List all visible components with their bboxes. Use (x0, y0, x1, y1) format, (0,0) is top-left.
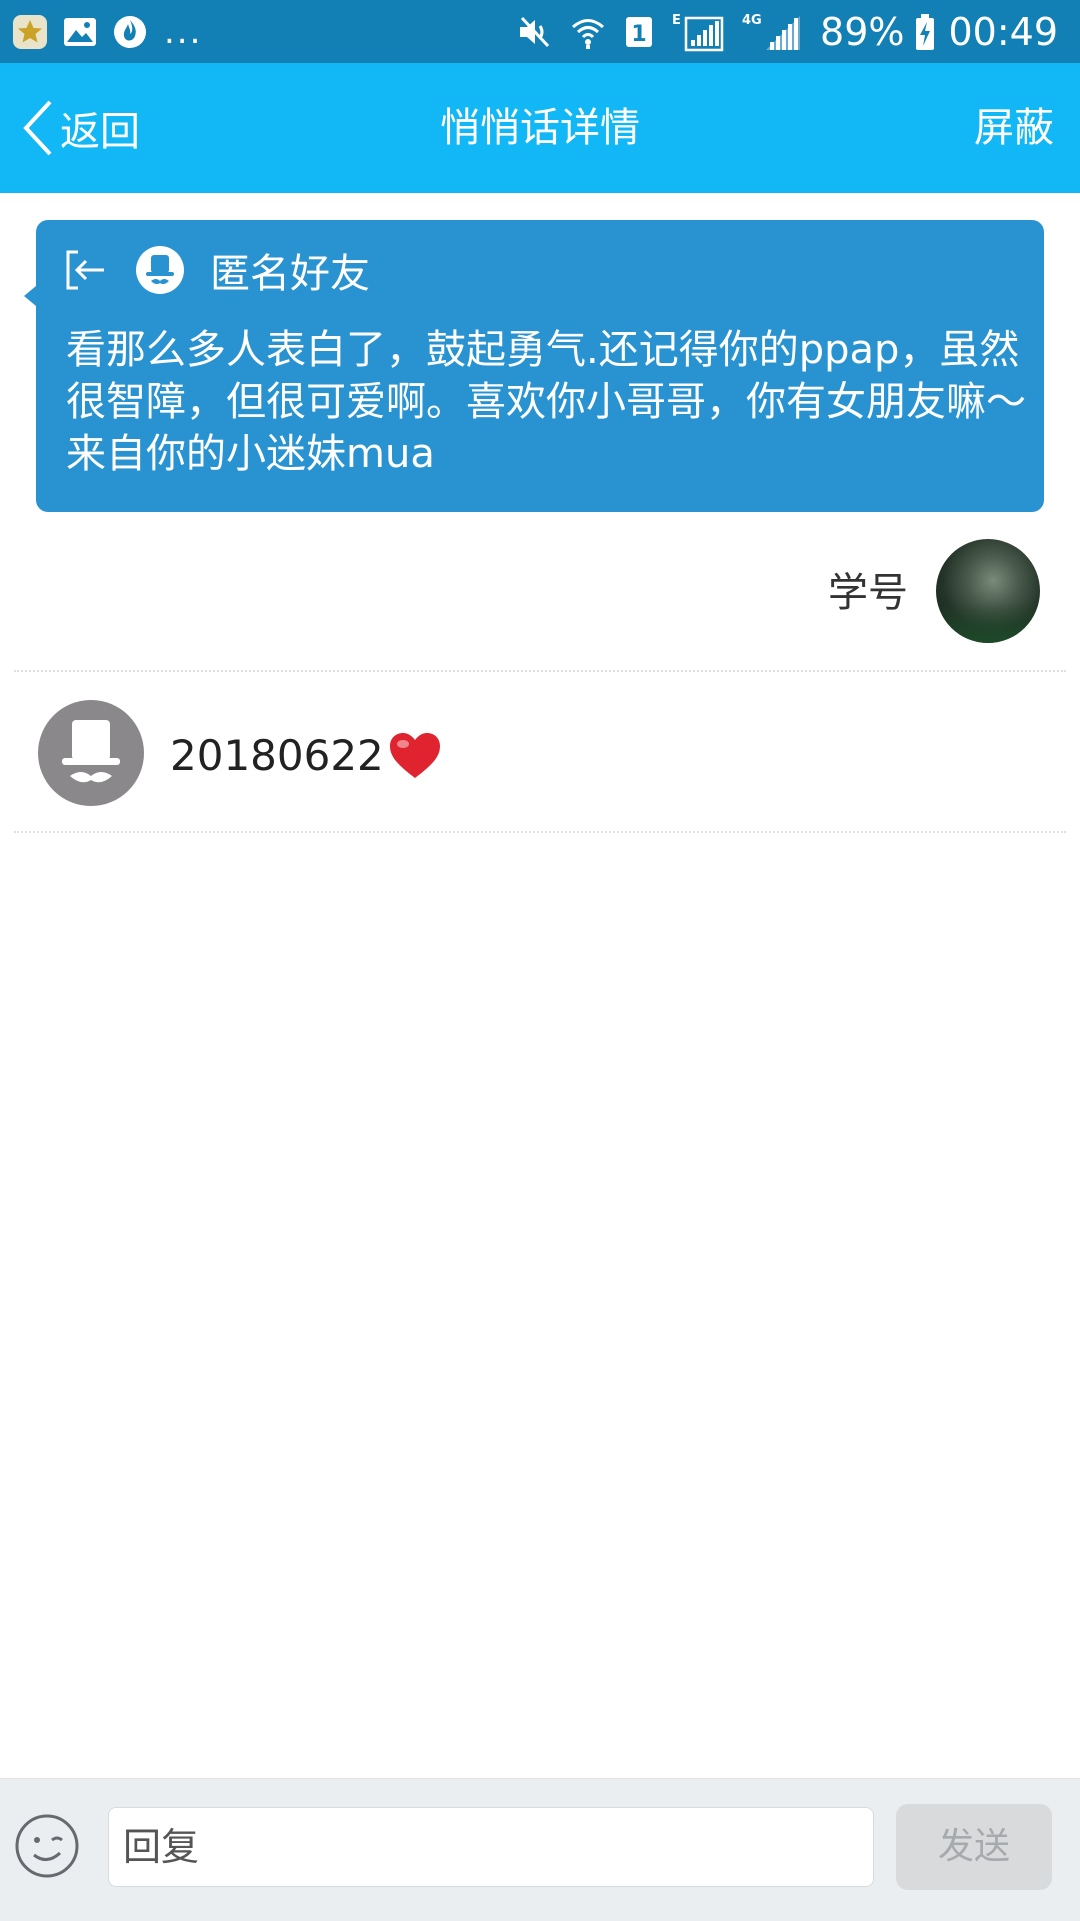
anonymous-avatar-icon (136, 246, 184, 294)
send-button[interactable]: 发送 (896, 1804, 1052, 1890)
sim-1-icon: 1 (624, 14, 654, 50)
signal-e-icon: E (672, 13, 724, 52)
recipient-label: 学号 (828, 570, 908, 616)
image-icon (62, 14, 98, 50)
reply-input-bar: 发送 (0, 1778, 1080, 1921)
reply-text: 20180622 (170, 731, 384, 780)
nav-bar: 返回 悄悄话详情 屏蔽 (0, 63, 1080, 193)
status-more-indicator: ... (164, 12, 203, 52)
sim-1-label: 1 (631, 22, 646, 47)
avatar-photo-grass (936, 603, 1040, 643)
anonymous-avatar[interactable] (38, 700, 144, 806)
battery-charging-icon (914, 14, 936, 50)
reply-input[interactable] (108, 1807, 874, 1887)
battery-percentage: 89% (820, 10, 905, 54)
heart-icon (389, 733, 440, 778)
sender-name: 匿名好友 (210, 251, 370, 297)
star-badge-icon (12, 14, 48, 50)
reply-content: 20180622 (170, 726, 442, 786)
emoji-icon[interactable] (14, 1813, 80, 1879)
flame-app-icon (112, 14, 148, 50)
divider (14, 670, 1066, 672)
signal-4g-icon: 4G (742, 13, 802, 50)
message-text: 看那么多人表白了，鼓起勇气.还记得你的ppap，虽然很智障，但很可爱啊。喜欢你小… (66, 327, 1026, 477)
mute-icon (516, 14, 552, 50)
status-bar: ... 1 E 4G 89% 00:49 (0, 0, 1080, 63)
clock: 00:49 (948, 10, 1058, 54)
page-title: 悄悄话详情 (440, 105, 640, 151)
wifi-icon (570, 14, 606, 50)
message-card: 匿名好友 看那么多人表白了，鼓起勇气.还记得你的ppap，虽然很智障，但很可爱啊… (24, 220, 1044, 512)
block-button[interactable]: 屏蔽 (974, 96, 1054, 160)
divider (14, 831, 1066, 833)
network-4g-label: 4G (742, 13, 762, 28)
network-e-label: E (672, 13, 681, 28)
exit-arrow-icon[interactable] (64, 248, 108, 292)
recipient-avatar[interactable] (936, 539, 1040, 643)
card-tail (24, 286, 36, 306)
